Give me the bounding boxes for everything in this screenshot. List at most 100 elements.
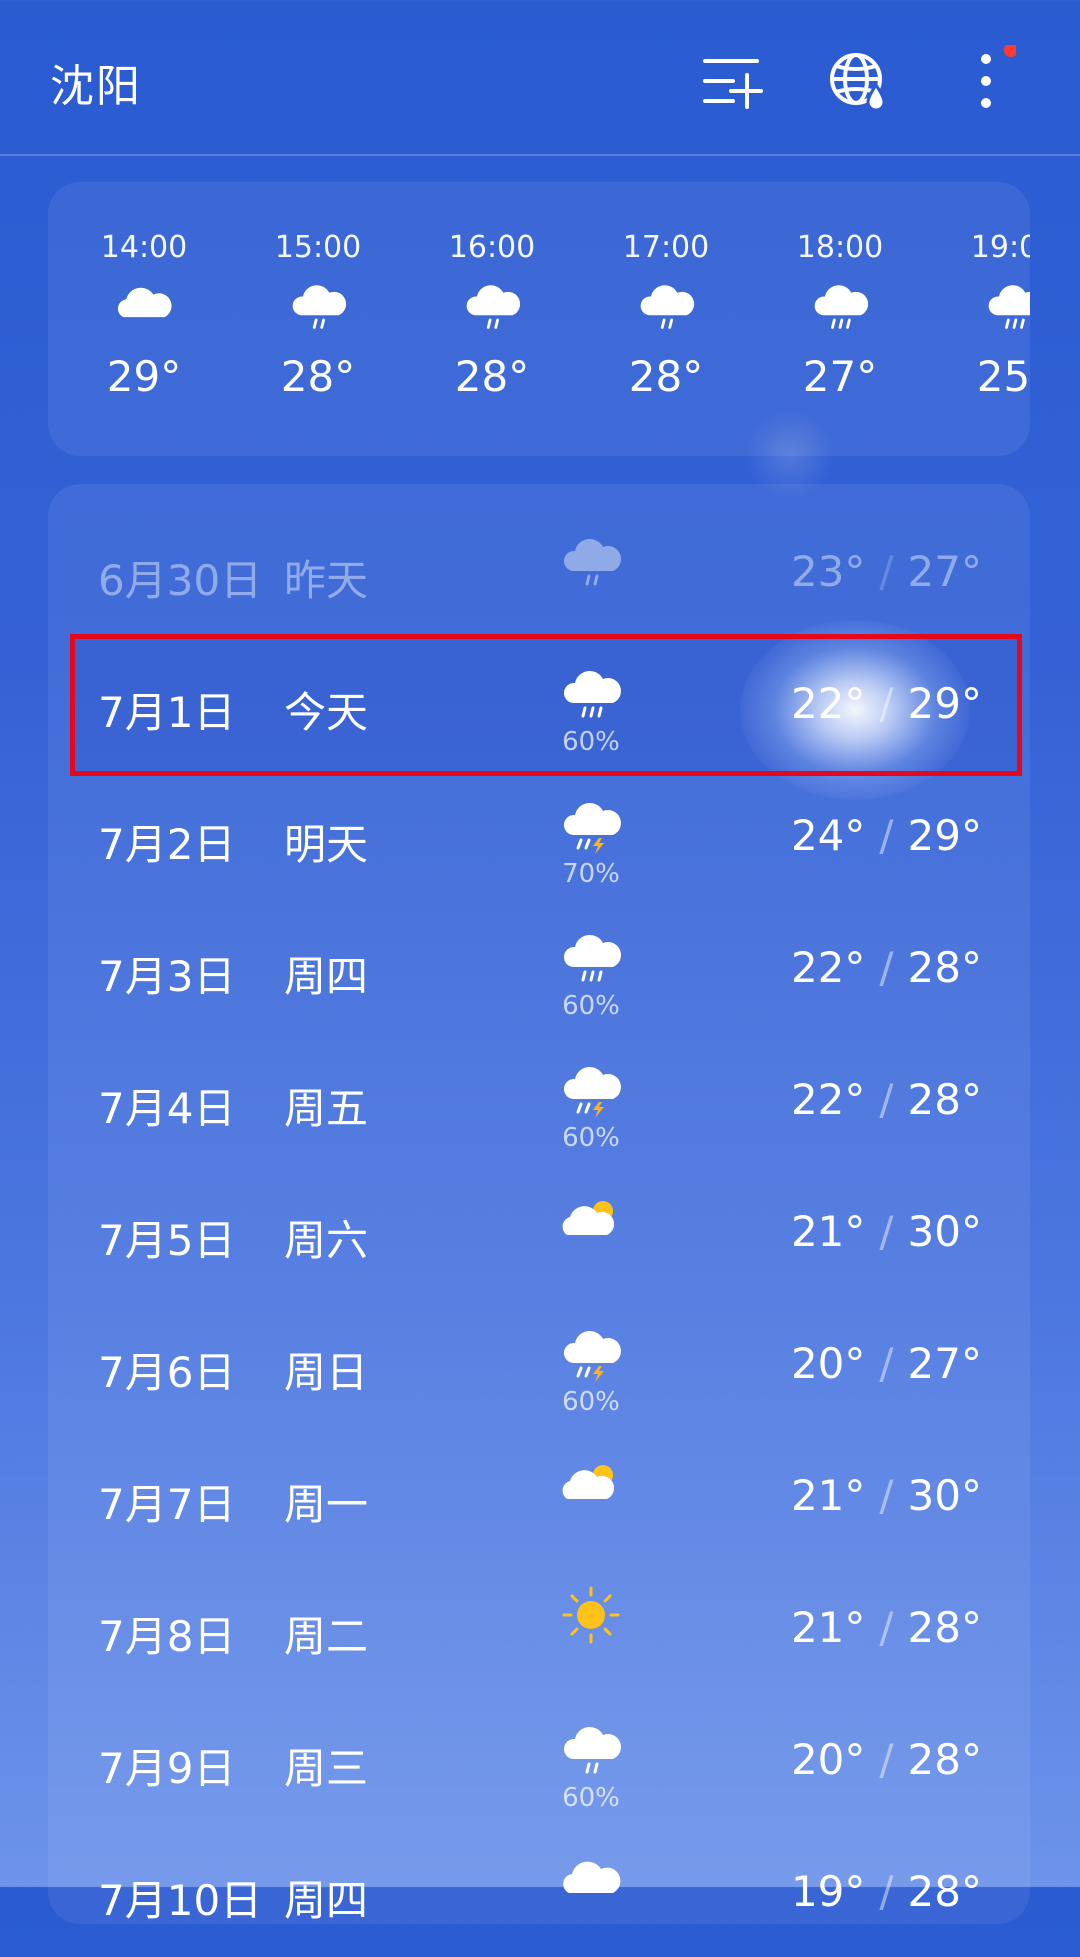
day-date: 7月2日	[98, 820, 236, 869]
hourly-forecast[interactable]: 14:00 29° 15:00 28° 16:00 28° 17:00 28° 18:00 27°…	[48, 182, 1030, 456]
precipitation-probability: 70%	[562, 859, 620, 889]
high-temperature: 30°	[907, 1471, 982, 1520]
daily-row[interactable]: 7月5日 周六 21° / 30°	[48, 1165, 1030, 1297]
weather-map-button[interactable]	[822, 45, 894, 117]
hour-weather-icon	[112, 274, 176, 334]
hour-weather-icon	[808, 274, 872, 334]
day-date: 7月6日	[98, 1348, 236, 1397]
hour-weather-icon	[634, 274, 698, 334]
hour-weather-icon	[982, 274, 1030, 334]
temperature-range: 20° / 27°	[791, 1339, 982, 1388]
temperature-range: 23° / 27°	[791, 547, 982, 596]
day-weather-icon	[556, 1187, 626, 1251]
temperature-separator: /	[879, 1207, 894, 1256]
temperature-range: 22° / 28°	[791, 1075, 982, 1124]
day-date: 7月7日	[98, 1480, 236, 1529]
moderate-rain-icon	[563, 670, 621, 718]
temperature-range: 19° / 28°	[791, 1867, 982, 1916]
temperature-range: 22° / 29°	[791, 679, 982, 728]
day-weather-icon	[556, 1055, 626, 1119]
high-temperature: 30°	[907, 1207, 982, 1256]
high-temperature: 27°	[907, 1339, 982, 1388]
hour-time: 14:00	[100, 230, 188, 265]
low-temperature: 22°	[790, 943, 866, 992]
temperature-range: 20° / 28°	[791, 1735, 982, 1784]
day-date: 7月3日	[98, 952, 236, 1001]
hourly-item: 18:00 27°	[770, 182, 910, 456]
day-date: 7月4日	[98, 1084, 236, 1133]
city-title[interactable]: 沈阳	[50, 50, 142, 114]
low-temperature: 21°	[790, 1471, 866, 1520]
day-label: 周一	[284, 1480, 369, 1529]
light-rain-icon	[292, 285, 347, 329]
hour-temperature: 28°	[454, 352, 530, 401]
hour-time: 17:00	[622, 230, 710, 265]
low-temperature: 22°	[790, 1075, 866, 1124]
temperature-separator: /	[879, 1603, 894, 1652]
day-label: 周六	[284, 1216, 369, 1265]
high-temperature: 29°	[907, 679, 982, 728]
day-weather-icon	[556, 527, 626, 591]
day-label: 周五	[284, 1084, 369, 1133]
temperature-separator: /	[879, 811, 894, 860]
low-temperature: 23°	[790, 547, 866, 596]
daily-row[interactable]: 7月3日 周四 60% 22° / 28°	[48, 901, 1030, 1033]
daily-row[interactable]: 6月30日 昨天 23° / 27°	[48, 505, 1030, 637]
high-temperature: 28°	[907, 1867, 982, 1916]
hour-temperature: 28°	[280, 352, 356, 401]
moderate-rain-icon	[563, 934, 621, 982]
day-weather-icon	[556, 659, 626, 723]
day-weather-icon	[556, 1319, 626, 1383]
daily-row[interactable]: 7月4日 周五 60% 22° / 28°	[48, 1033, 1030, 1165]
daily-row[interactable]: 7月8日 周二 21° / 28°	[48, 1561, 1030, 1693]
daily-row[interactable]: 7月9日 周三 60% 20° / 28°	[48, 1693, 1030, 1825]
daily-row[interactable]: 7月10日 周四 19° / 28°	[48, 1825, 1030, 1957]
low-temperature: 19°	[790, 1867, 866, 1916]
hourly-item: 19:00 25°	[944, 182, 1030, 456]
precipitation-probability: 60%	[562, 1387, 620, 1417]
precipitation-probability: 60%	[562, 991, 620, 1021]
daily-row[interactable]: 7月2日 明天 70% 24° / 29°	[48, 769, 1030, 901]
day-label: 周三	[284, 1744, 369, 1793]
cloudy-icon	[117, 287, 172, 318]
low-temperature: 24°	[790, 811, 866, 860]
day-label: 周日	[284, 1348, 369, 1397]
hour-temperature: 28°	[628, 352, 704, 401]
add-list-icon	[703, 59, 763, 109]
high-temperature: 28°	[907, 1075, 982, 1124]
hourly-item: 17:00 28°	[596, 182, 736, 456]
hour-temperature: 29°	[106, 352, 182, 401]
more-vertical-icon	[981, 45, 1016, 108]
daily-row-today[interactable]: 7月1日 今天 60% 22° / 29°	[48, 637, 1030, 769]
daily-row[interactable]: 7月6日 周日 60% 20° / 27°	[48, 1297, 1030, 1429]
day-label: 周四	[284, 952, 369, 1001]
add-city-button[interactable]	[695, 45, 767, 117]
temperature-separator: /	[879, 679, 894, 728]
temperature-range: 21° / 28°	[791, 1603, 982, 1652]
hour-temperature: 25°	[976, 352, 1030, 401]
daily-row[interactable]: 7月7日 周一 21° / 30°	[48, 1429, 1030, 1561]
hour-weather-icon	[460, 274, 524, 334]
hour-temperature: 27°	[802, 352, 878, 401]
thunderstorm-icon	[563, 802, 621, 854]
low-temperature: 21°	[790, 1207, 866, 1256]
hourly-item: 16:00 28°	[422, 182, 562, 456]
day-label: 明天	[284, 820, 369, 869]
day-weather-icon	[556, 923, 626, 987]
light-rain-icon	[563, 1726, 621, 1774]
precipitation-probability: 60%	[562, 1123, 620, 1153]
hour-weather-icon	[286, 274, 350, 334]
hourly-item: 15:00 28°	[248, 182, 388, 456]
notification-dot	[1004, 45, 1016, 57]
day-date: 7月1日	[98, 688, 236, 737]
hourly-item: 14:00 29°	[74, 182, 214, 456]
hour-time: 15:00	[274, 230, 362, 265]
thunderstorm-icon	[563, 1330, 621, 1382]
day-date: 7月9日	[98, 1744, 236, 1793]
hour-time: 18:00	[796, 230, 884, 265]
high-temperature: 29°	[907, 811, 982, 860]
partly-cloudy-icon	[562, 1465, 615, 1499]
day-weather-icon	[556, 1451, 626, 1515]
more-options-button[interactable]	[948, 45, 1020, 117]
day-label: 昨天	[284, 556, 369, 605]
